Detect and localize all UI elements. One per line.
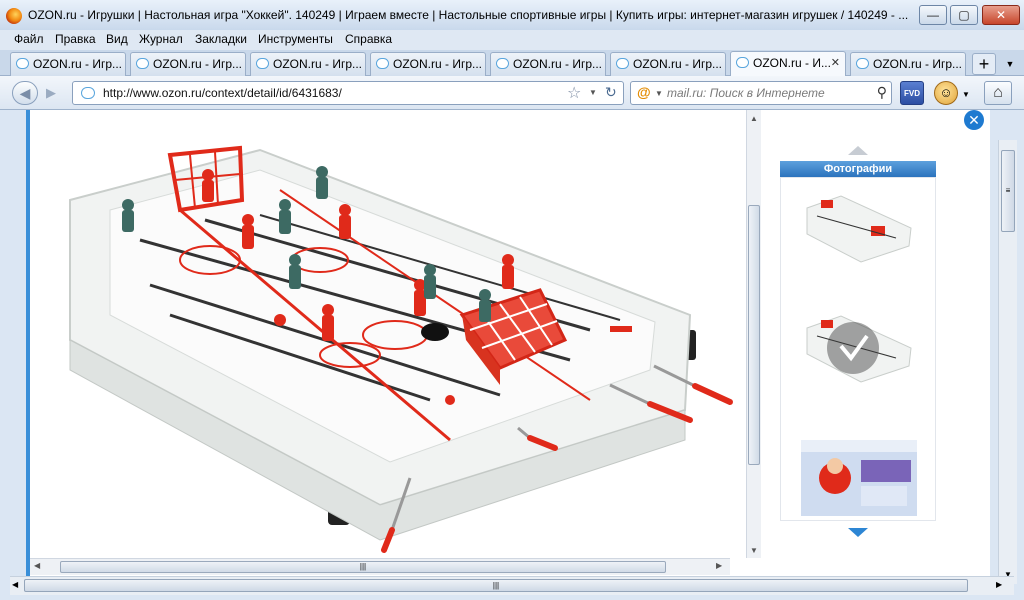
tab-bar: OZON.ru - Игр... OZON.ru - Игр... OZON.r… (0, 50, 1024, 76)
browser-tab[interactable]: OZON.ru - Игр... (850, 52, 966, 76)
scroll-up-arrow-icon[interactable]: ▲ (750, 114, 758, 123)
browser-tab[interactable]: OZON.ru - Игр... (130, 52, 246, 76)
navigation-toolbar: ◀ ▶ http://www.ozon.ru/context/detail/id… (0, 76, 1024, 110)
menu-edit[interactable]: Правка (55, 32, 96, 46)
tab-label: OZON.ru - Игр... (273, 57, 363, 71)
menu-file[interactable]: Файл (14, 32, 44, 46)
menu-bookmarks[interactable]: Закладки (195, 32, 247, 46)
tab-label: OZON.ru - Игр... (513, 57, 603, 71)
browser-tab[interactable]: OZON.ru - Игр... (370, 52, 486, 76)
fvd-downloader-icon[interactable]: FVD (900, 81, 924, 105)
home-button[interactable]: ⌂ (984, 81, 1012, 105)
close-tab-icon[interactable]: ✕ (831, 52, 840, 74)
scroll-right-arrow-icon[interactable]: ▶ (996, 580, 1002, 589)
ozon-favicon-icon (136, 58, 149, 69)
search-engine-dropdown-icon[interactable]: ▼ (655, 89, 663, 98)
photos-scroll-down-icon[interactable] (848, 528, 868, 537)
photo-viewer: ▲ ▼ ✕ Фотографии (30, 110, 990, 576)
window-titlebar: OZON.ru - Игрушки | Настольная игра "Хок… (0, 0, 1024, 30)
ozon-favicon-icon (16, 58, 29, 69)
url-text[interactable]: http://www.ozon.ru/context/detail/id/643… (103, 86, 342, 100)
ozon-favicon-icon (856, 58, 869, 69)
photos-header: Фотографии (780, 161, 936, 177)
ozon-favicon-icon (616, 58, 629, 69)
back-button[interactable]: ◀ (12, 81, 38, 105)
maximize-button[interactable]: ▢ (950, 5, 978, 25)
url-history-dropdown-icon[interactable]: ▼ (589, 88, 597, 97)
page-vertical-scrollbar[interactable]: ≡ ▼ (998, 140, 1017, 584)
image-horizontal-scrollbar[interactable]: ◀ ||| ▶ (30, 558, 730, 575)
page-content: ▲ ▼ ✕ Фотографии ◀ ||| ▶ ≡ ▼ ◀ ||| ▶ (0, 110, 1024, 600)
tab-label: OZON.ru - Игр... (873, 57, 963, 71)
scroll-right-arrow-icon[interactable]: ▶ (716, 561, 722, 570)
addon-dropdown-icon[interactable]: ▼ (962, 90, 970, 99)
ozon-favicon-icon (256, 58, 269, 69)
menu-help[interactable]: Справка (345, 32, 392, 46)
tab-list-dropdown-icon[interactable]: ▼ (1000, 53, 1020, 75)
reload-icon[interactable]: ↻ (605, 84, 617, 101)
page-horizontal-scrollbar[interactable]: ◀ ||| ▶ (10, 576, 1014, 595)
scroll-left-arrow-icon[interactable]: ◀ (12, 580, 18, 589)
scrollbar-thumb[interactable] (748, 205, 760, 465)
scroll-left-arrow-icon[interactable]: ◀ (34, 561, 40, 570)
product-photo (30, 110, 745, 558)
ozon-favicon-icon (376, 58, 389, 69)
new-tab-button[interactable]: + (972, 53, 996, 75)
window-title: OZON.ru - Игрушки | Настольная игра "Хок… (28, 8, 909, 22)
photo-thumbnail-selected[interactable] (801, 308, 917, 384)
scrollbar-thumb[interactable]: ||| (60, 561, 666, 573)
tab-label: OZON.ru - Игр... (633, 57, 723, 71)
ozon-favicon-icon (496, 58, 509, 69)
browser-tab[interactable]: OZON.ru - Игр... (250, 52, 366, 76)
tab-label: OZON.ru - Игр... (393, 57, 483, 71)
search-magnifier-icon[interactable]: ⚲ (877, 84, 887, 101)
scrollbar-thumb[interactable]: ≡ (1001, 150, 1015, 232)
browser-tab[interactable]: OZON.ru - Игр... (610, 52, 726, 76)
photos-list (780, 177, 936, 521)
tab-label: OZON.ru - И... (753, 56, 831, 70)
scrollbar-thumb[interactable]: ||| (24, 579, 968, 592)
close-viewer-button[interactable]: ✕ (964, 110, 984, 130)
smiley-addon-icon[interactable]: ☺ (934, 81, 958, 105)
photos-scroll-up-icon[interactable] (848, 146, 868, 155)
search-input[interactable]: mail.ru: Поиск в Интернете (667, 86, 825, 100)
ozon-favicon-icon (81, 87, 95, 99)
ozon-favicon-icon (736, 57, 749, 68)
photo-thumbnail[interactable] (801, 188, 917, 264)
browser-tab-active[interactable]: OZON.ru - И... ✕ (730, 51, 846, 76)
browser-tab[interactable]: OZON.ru - Игр... (490, 52, 606, 76)
menu-history[interactable]: Журнал (139, 32, 183, 46)
image-vertical-scrollbar[interactable]: ▲ ▼ (746, 110, 761, 558)
mailru-search-engine-icon[interactable]: @ (637, 84, 651, 100)
menu-bar: Файл Правка Вид Журнал Закладки Инструме… (0, 30, 1024, 50)
search-bar[interactable]: @ ▼ mail.ru: Поиск в Интернете ⚲ (630, 81, 892, 105)
scroll-down-arrow-icon[interactable]: ▼ (750, 546, 758, 555)
browser-tab[interactable]: OZON.ru - Игр... (10, 52, 126, 76)
photos-panel: Фотографии (780, 146, 938, 537)
photo-thumbnail-box[interactable] (801, 440, 917, 516)
url-bar[interactable]: http://www.ozon.ru/context/detail/id/643… (72, 81, 624, 105)
minimize-button[interactable]: — (919, 5, 947, 25)
menu-tools[interactable]: Инструменты (258, 32, 333, 46)
bookmark-star-icon[interactable]: ☆ (567, 83, 581, 103)
menu-view[interactable]: Вид (106, 32, 128, 46)
forward-button[interactable]: ▶ (40, 84, 62, 104)
tab-label: OZON.ru - Игр... (33, 57, 123, 71)
puck (421, 323, 449, 341)
firefox-logo-icon (6, 8, 22, 24)
tab-label: OZON.ru - Игр... (153, 57, 243, 71)
close-window-button[interactable]: ✕ (982, 5, 1020, 25)
hockey-table-image (69, 145, 733, 553)
